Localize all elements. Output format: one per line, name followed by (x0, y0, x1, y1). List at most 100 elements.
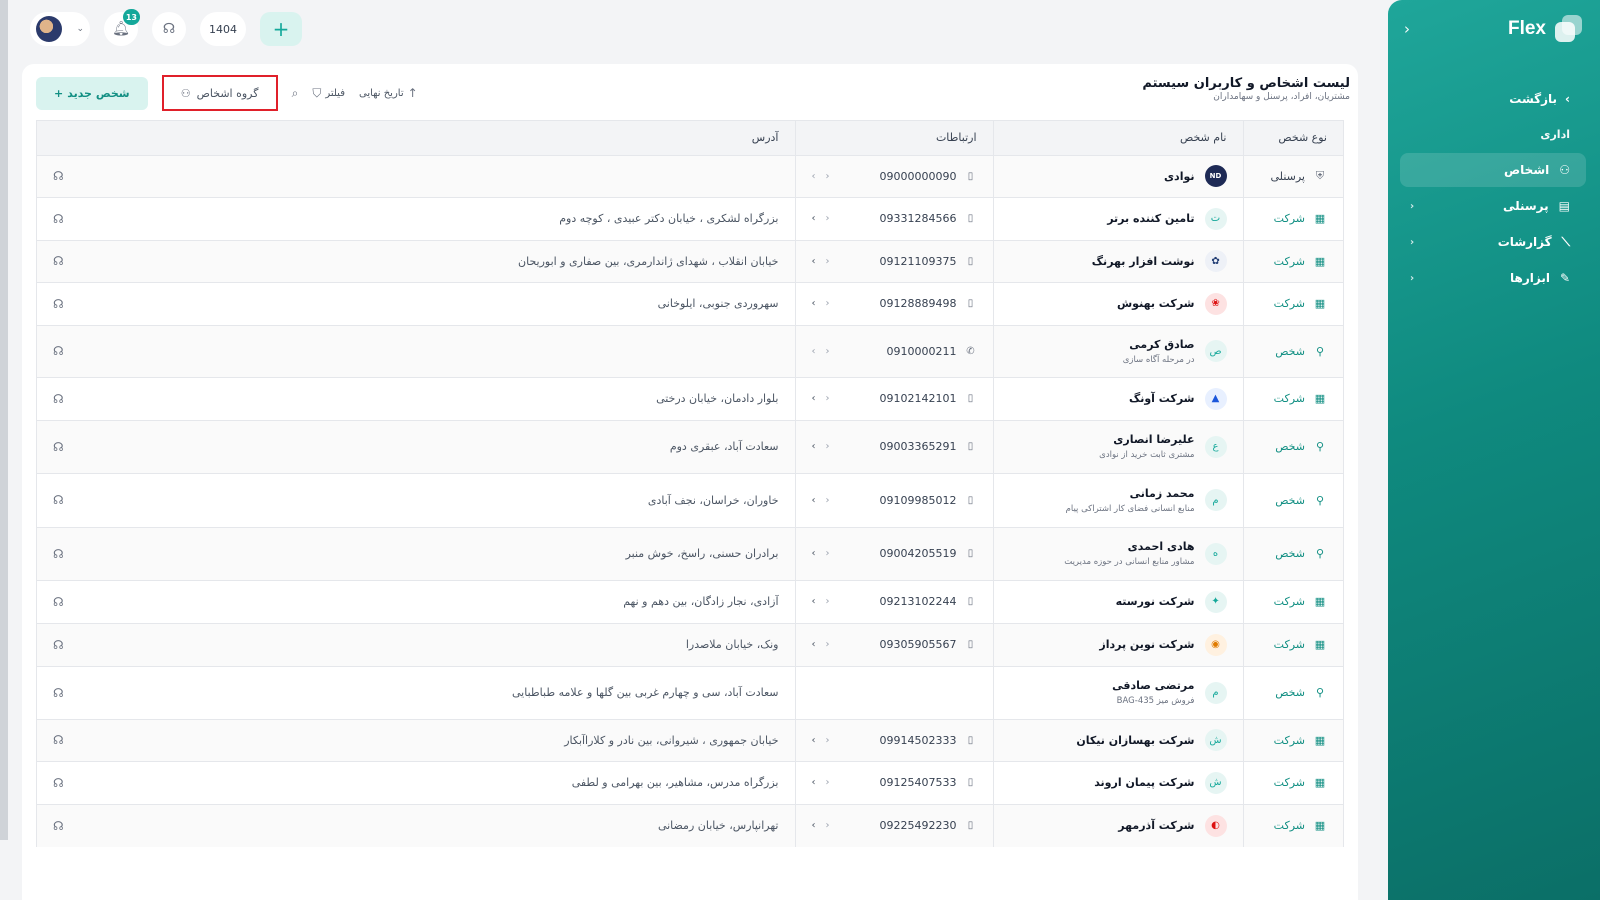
person-group-button[interactable]: ⚇ گروه اشخاص (161, 75, 278, 111)
sort-button[interactable]: تاریخ نهایی ↑ (359, 86, 418, 100)
notifications-button[interactable]: 🔔︎ 13 (104, 9, 140, 46)
person-name[interactable]: شرکت بهسازان نیکان (1076, 734, 1194, 747)
year-selector[interactable]: 1404 (200, 12, 246, 46)
chevron-right-icon[interactable]: › (812, 393, 816, 404)
chevron-left-icon[interactable]: ‹ (826, 441, 830, 452)
phone-number[interactable]: 09125407533 (880, 776, 957, 789)
back-button[interactable]: › بازگشت (1388, 92, 1600, 106)
table-row[interactable]: ▦ شرکت ◉ شرکت نوین پرداز ▯ 09305905567 ‹… (37, 622, 1343, 666)
chevron-left-icon[interactable]: ‹ (826, 735, 830, 746)
header-contact[interactable]: ارتباطات (794, 121, 993, 155)
collapse-sidebar-button[interactable]: ‹ (1404, 20, 1410, 38)
person-name[interactable]: علیرضا انصاری (1099, 433, 1194, 446)
sidebar-item[interactable]: ⟋ گزارشات ‹ (1400, 225, 1586, 259)
table-row[interactable]: ⚲ شخص ع علیرضا انصاری مشتری ثابت خرید از… (37, 419, 1343, 473)
person-name[interactable]: شرکت نوین پرداز (1099, 638, 1194, 651)
chevron-right-icon[interactable]: › (812, 639, 816, 650)
chevron-right-icon[interactable]: › (812, 735, 816, 746)
chevron-left-icon[interactable]: ‹ (826, 393, 830, 404)
chevron-right-icon[interactable]: › (812, 213, 816, 224)
support-button[interactable]: ☊ (152, 12, 186, 46)
person-name[interactable]: شرکت نورسته (1116, 595, 1195, 608)
headset-icon[interactable]: ☊ (53, 547, 64, 561)
chevron-left-icon[interactable]: ‹ (826, 495, 830, 506)
chevron-right-icon[interactable]: › (812, 495, 816, 506)
table-row[interactable]: ⚲ شخص م مرتضی صادقی فروش میز BAG-435 سعا… (37, 665, 1343, 719)
table-row[interactable]: ⚲ شخص م محمد زمانی منابع انسانی فضای کار… (37, 472, 1343, 527)
table-row[interactable]: ▦ شرکت ت تامین کننده برتر ▯ 09331284566 … (37, 196, 1343, 240)
chevron-right-icon[interactable]: › (812, 596, 816, 607)
person-name[interactable]: تامین کننده برتر (1107, 212, 1194, 225)
quick-add-button[interactable]: + (260, 12, 302, 46)
chevron-left-icon[interactable]: ‹ (826, 548, 830, 559)
table-row[interactable]: ⛨ پرسنلی ND نوادی ▯ 09000000090 ‹ › ☊ (37, 154, 1343, 197)
phone-number[interactable]: 09305905567 (880, 638, 957, 651)
header-type[interactable]: نوع شخص (1242, 121, 1343, 155)
headset-icon[interactable]: ☊ (53, 212, 64, 226)
chevron-left-icon[interactable]: ‹ (826, 596, 830, 607)
table-row[interactable]: ▦ شرکت ✦ شرکت نورسته ▯ 09213102244 ‹ › آ… (37, 579, 1343, 623)
person-name[interactable]: هادی احمدی (1064, 540, 1195, 553)
chevron-left-icon[interactable]: ‹ (826, 777, 830, 788)
headset-icon[interactable]: ☊ (53, 440, 64, 454)
table-row[interactable]: ▦ شرکت ✿ نوشت افزار بهرنگ ▯ 09121109375 … (37, 239, 1343, 282)
chevron-left-icon[interactable]: ‹ (826, 213, 830, 224)
sidebar-item[interactable]: ✎ ابزارها ‹ (1400, 261, 1586, 295)
table-row[interactable]: ▦ شرکت ❀ شرکت بهنوش ▯ 09128889498 ‹ › سه… (37, 281, 1343, 325)
person-name[interactable]: صادق کرمی (1123, 338, 1194, 351)
headset-icon[interactable]: ☊ (53, 638, 64, 652)
brand[interactable]: Flex (1508, 15, 1582, 43)
person-name[interactable]: شرکت آونگ (1129, 392, 1195, 405)
chevron-left-icon[interactable]: ‹ (826, 171, 830, 182)
chevron-right-icon[interactable]: › (812, 298, 816, 309)
person-name[interactable]: نوشت افزار بهرنگ (1092, 255, 1195, 268)
phone-number[interactable]: 09109985012 (880, 494, 957, 507)
headset-icon[interactable]: ☊ (53, 392, 64, 406)
headset-icon[interactable]: ☊ (53, 493, 64, 507)
person-name[interactable]: شرکت بهنوش (1117, 297, 1195, 310)
headset-icon[interactable]: ☊ (53, 254, 64, 268)
chevron-right-icon[interactable]: › (812, 256, 816, 267)
phone-number[interactable]: 09003365291 (880, 440, 957, 453)
phone-number[interactable]: 09213102244 (880, 595, 957, 608)
person-name[interactable]: مرتضی صادقی (1112, 679, 1194, 692)
search-button[interactable]: ⌕ (292, 86, 299, 101)
headset-icon[interactable]: ☊ (53, 595, 64, 609)
chevron-right-icon[interactable]: › (812, 441, 816, 452)
chevron-left-icon[interactable]: ‹ (826, 639, 830, 650)
chevron-left-icon[interactable]: ‹ (826, 256, 830, 267)
new-person-button[interactable]: + شخص جدید (36, 76, 148, 110)
headset-icon[interactable]: ☊ (53, 819, 64, 833)
phone-number[interactable]: 09102142101 (880, 392, 957, 405)
headset-icon[interactable]: ☊ (53, 733, 64, 747)
headset-icon[interactable]: ☊ (53, 297, 64, 311)
table-row[interactable]: ⚲ شخص ص صادق کرمی در مرحله آگاه سازی ✆ 0… (37, 324, 1343, 377)
phone-number[interactable]: 09000000090 (880, 170, 957, 183)
table-row[interactable]: ▦ شرکت ش شرکت بهسازان نیکان ▯ 0991450233… (37, 718, 1343, 761)
phone-number[interactable]: 09121109375 (880, 255, 957, 268)
person-name[interactable]: محمد زمانی (1066, 487, 1195, 500)
chevron-left-icon[interactable]: ‹ (826, 346, 830, 357)
phone-number[interactable]: 09914502333 (880, 734, 957, 747)
chevron-left-icon[interactable]: ‹ (826, 298, 830, 309)
table-row[interactable]: ⚲ شخص ه هادی احمدی مشاور منابع انسانی در… (37, 526, 1343, 580)
person-name[interactable]: شرکت پیمان اروند (1094, 776, 1194, 789)
filter-button[interactable]: ⛉ فیلتر (312, 86, 345, 101)
table-row[interactable]: ▦ شرکت ش شرکت پیمان اروند ▯ 09125407533 … (37, 760, 1343, 804)
phone-number[interactable]: 09004205519 (880, 547, 957, 560)
sidebar-item[interactable]: ▤ پرسنلی ‹ (1400, 189, 1586, 223)
person-name[interactable]: شرکت آذرمهر (1118, 819, 1194, 832)
phone-number[interactable]: 09225492230 (880, 819, 957, 832)
table-row[interactable]: ▦ شرکت ◐ شرکت آذرمهر ▯ 09225492230 ‹ › ت… (37, 803, 1343, 847)
header-name[interactable]: نام شخص (992, 121, 1243, 155)
chevron-right-icon[interactable]: › (812, 820, 816, 831)
chevron-right-icon[interactable]: › (812, 346, 816, 357)
chevron-right-icon[interactable]: › (812, 777, 816, 788)
phone-number[interactable]: 09331284566 (880, 212, 957, 225)
profile-menu[interactable]: ⌄ (30, 12, 90, 46)
table-row[interactable]: ▦ شرکت ▲ شرکت آونگ ▯ 09102142101 ‹ › بلو… (37, 376, 1343, 420)
chevron-right-icon[interactable]: › (812, 548, 816, 559)
sidebar-item[interactable]: ⚇ اشخاص (1400, 153, 1586, 187)
headset-icon[interactable]: ☊ (53, 776, 64, 790)
headset-icon[interactable]: ☊ (53, 344, 64, 358)
